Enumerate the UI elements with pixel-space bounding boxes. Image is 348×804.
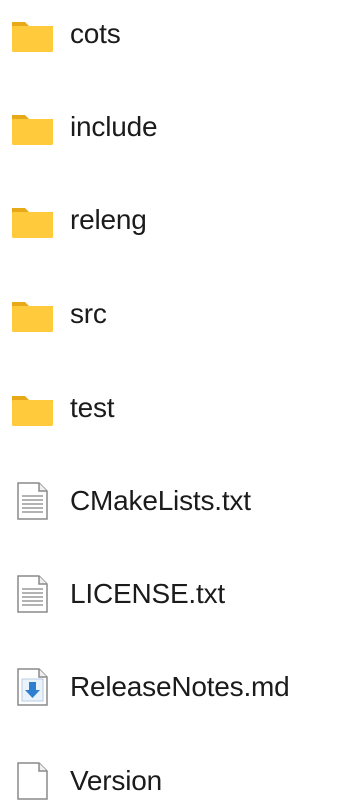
folder-icon — [10, 292, 56, 336]
item-label: CMakeLists.txt — [70, 485, 251, 516]
item-label: Version — [70, 765, 162, 796]
file-list: cots include releng src test CMakeLists.… — [0, 0, 348, 804]
folder-item-releng[interactable]: releng — [10, 198, 340, 242]
blank-file-icon — [10, 759, 56, 803]
item-label: test — [70, 392, 115, 423]
folder-icon — [10, 105, 56, 149]
item-label: cots — [70, 18, 121, 49]
item-label: LICENSE.txt — [70, 578, 225, 609]
folder-icon — [10, 198, 56, 242]
folder-item-include[interactable]: include — [10, 105, 340, 149]
text-file-icon — [10, 479, 56, 523]
file-item-releasenotes[interactable]: ReleaseNotes.md — [10, 665, 340, 709]
item-label: ReleaseNotes.md — [70, 671, 290, 702]
item-label: releng — [70, 204, 147, 235]
item-label: include — [70, 111, 158, 142]
folder-icon — [10, 12, 56, 56]
file-item-version[interactable]: Version — [10, 759, 340, 803]
item-label: src — [70, 298, 107, 329]
folder-item-cots[interactable]: cots — [10, 12, 340, 56]
folder-item-test[interactable]: test — [10, 386, 340, 430]
folder-item-src[interactable]: src — [10, 292, 340, 336]
file-item-cmakelists[interactable]: CMakeLists.txt — [10, 479, 340, 523]
file-item-license[interactable]: LICENSE.txt — [10, 572, 340, 616]
folder-icon — [10, 386, 56, 430]
markdown-file-icon — [10, 665, 56, 709]
text-file-icon — [10, 572, 56, 616]
